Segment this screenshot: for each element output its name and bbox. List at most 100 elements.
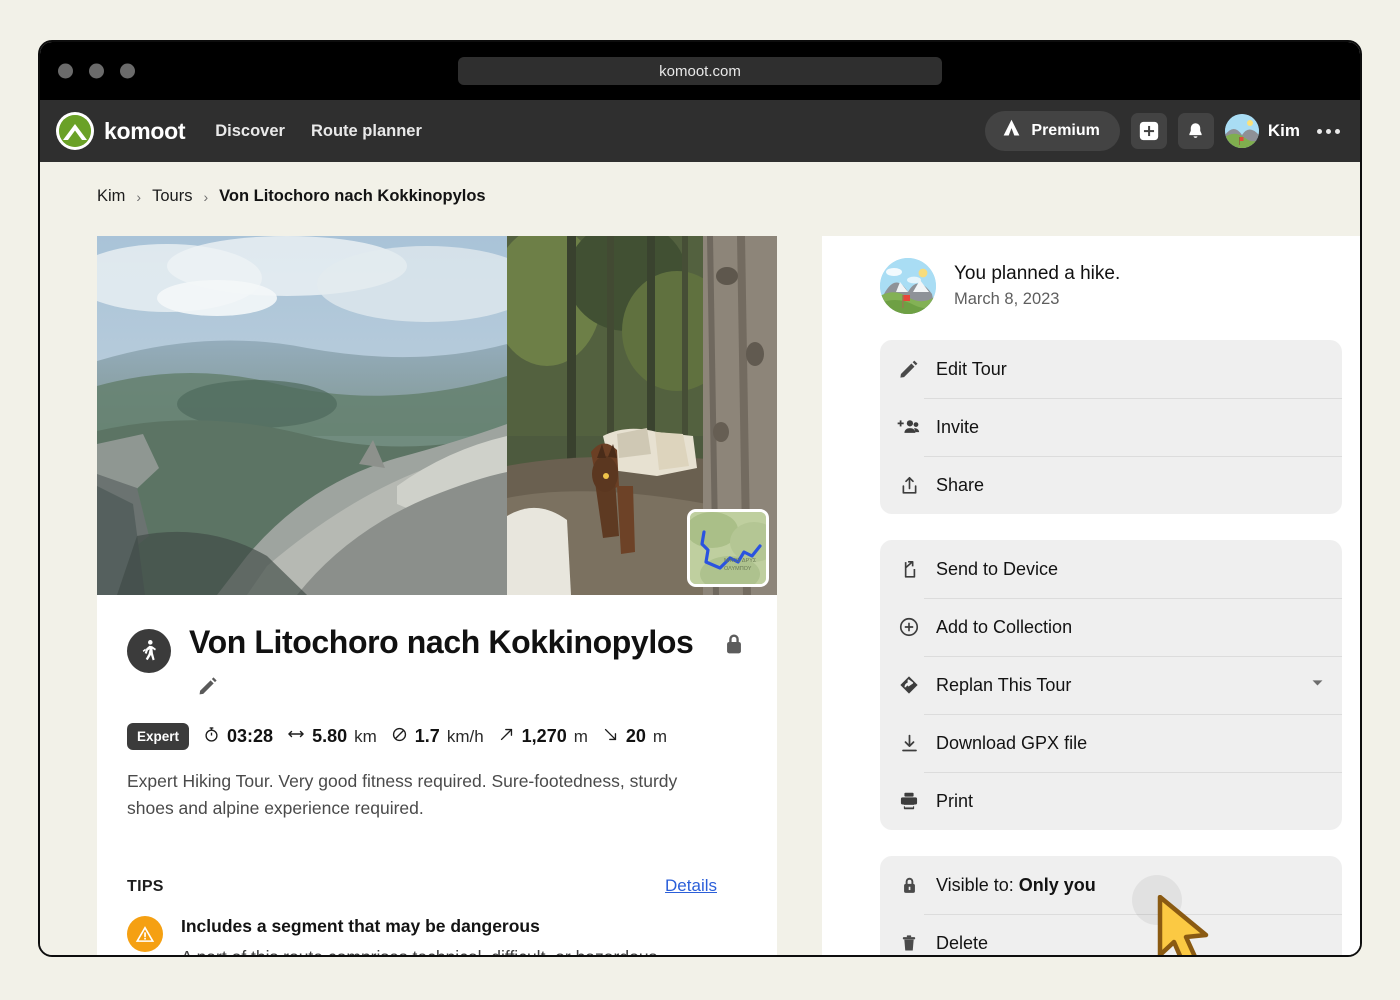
stat-speed: 1.7 km/h <box>391 726 484 748</box>
lock-icon <box>892 875 926 896</box>
user-name-label: Kim <box>1268 121 1300 141</box>
trash-icon <box>892 933 926 954</box>
zoom-button[interactable] <box>120 64 135 79</box>
ascent-icon <box>498 726 515 748</box>
page-body: Kim › Tours › Von Litochoro nach Kokkino… <box>40 162 1360 957</box>
visibility-value: Only you <box>1019 875 1096 895</box>
difficulty-badge: Expert <box>127 723 189 750</box>
more-options-icon[interactable] <box>1311 129 1346 134</box>
url-text: komoot.com <box>659 63 741 80</box>
tip-body: A part of this route comprises technical… <box>181 944 657 957</box>
stat-ascent-unit: m <box>574 727 588 747</box>
add-people-icon <box>892 416 926 438</box>
url-bar[interactable]: komoot.com <box>458 57 942 85</box>
action-share[interactable]: Share <box>880 456 1342 514</box>
breadcrumb-item-user[interactable]: Kim <box>97 187 125 206</box>
avatar <box>1225 114 1259 148</box>
tour-hero-gallery[interactable]: ΝΙΚΟΣ ΔΡΥΣ ΟΛΥΜΠΟΥ <box>97 236 777 595</box>
tour-description: Expert Hiking Tour. Very good fitness re… <box>127 768 727 821</box>
page-title: Von Litochoro nach Kokkinopylos <box>189 621 721 707</box>
chevron-right-icon: › <box>203 189 208 205</box>
plus-circle-icon <box>892 616 926 638</box>
action-replan-tour[interactable]: Replan This Tour <box>880 656 1342 714</box>
browser-window: komoot.com komoot Discover Route planner <box>38 40 1362 957</box>
premium-peak-icon <box>1001 118 1022 144</box>
tour-stats: Expert 03:28 <box>127 723 747 750</box>
user-menu[interactable]: Kim <box>1225 114 1300 148</box>
planned-activity-title: You planned a hike. <box>954 263 1120 285</box>
hero-photo-forest-mules[interactable]: ΝΙΚΟΣ ΔΡΥΣ ΟΛΥΜΠΟΥ <box>507 236 777 595</box>
tour-header: Von Litochoro nach Kokkinopylos Expert <box>97 595 777 957</box>
warning-icon <box>127 916 163 952</box>
premium-button[interactable]: Premium <box>985 111 1119 151</box>
stat-ascent-value: 1,270 <box>522 726 567 747</box>
action-label: Visible to: Only you <box>936 875 1096 896</box>
action-edit-tour[interactable]: Edit Tour <box>880 340 1342 398</box>
create-button[interactable] <box>1131 113 1167 149</box>
action-add-to-collection[interactable]: Add to Collection <box>880 598 1342 656</box>
premium-label: Premium <box>1031 122 1099 140</box>
tips-header: TIPS Details <box>127 876 747 896</box>
action-label: Invite <box>936 417 979 438</box>
group-tour-actions: Edit Tour Invite <box>880 340 1342 514</box>
action-download-gpx[interactable]: Download GPX file <box>880 714 1342 772</box>
action-print[interactable]: Print <box>880 772 1342 830</box>
action-label: Send to Device <box>936 559 1058 580</box>
komoot-wordmark: komoot <box>104 118 185 145</box>
action-invite[interactable]: Invite <box>880 398 1342 456</box>
browser-titlebar: komoot.com <box>40 42 1360 100</box>
group-export-actions: Send to Device Add to Collection <box>880 540 1342 830</box>
stat-speed-unit: km/h <box>447 727 484 747</box>
notifications-button[interactable] <box>1178 113 1214 149</box>
tour-card: ΝΙΚΟΣ ΔΡΥΣ ΟΛΥΜΠΟΥ <box>97 236 777 957</box>
svg-text:ΝΙΚΟΣ ΔΡΥΣ: ΝΙΚΟΣ ΔΡΥΣ <box>724 558 757 564</box>
close-button[interactable] <box>58 64 73 79</box>
stat-ascent: 1,270 m <box>498 726 588 748</box>
average-speed-icon <box>391 726 408 748</box>
share-icon <box>892 475 926 496</box>
tips-label: TIPS <box>127 878 164 896</box>
stat-duration-value: 03:28 <box>227 726 273 747</box>
nav-links: Discover Route planner <box>215 122 422 141</box>
stat-distance-value: 5.80 <box>312 726 347 747</box>
visibility-prefix: Visible to: <box>936 875 1019 895</box>
planned-activity-row: You planned a hike. March 8, 2023 <box>880 258 1342 314</box>
hero-photo-mountain-view[interactable] <box>97 236 507 595</box>
chevron-down-icon[interactable] <box>1309 674 1326 696</box>
nav-link-route-planner[interactable]: Route planner <box>311 122 422 141</box>
download-icon <box>892 733 926 754</box>
nav-link-discover[interactable]: Discover <box>215 122 285 141</box>
action-label: Add to Collection <box>936 617 1072 638</box>
action-label: Print <box>936 791 973 812</box>
route-map-thumbnail[interactable]: ΝΙΚΟΣ ΔΡΥΣ ΟΛΥΜΠΟΥ <box>687 509 769 587</box>
edit-title-pencil-icon[interactable] <box>197 665 219 707</box>
komoot-logo[interactable]: komoot <box>56 112 185 150</box>
bell-icon <box>1185 121 1206 142</box>
breadcrumb: Kim › Tours › Von Litochoro nach Kokkino… <box>40 162 1360 206</box>
pencil-icon <box>892 358 926 380</box>
sport-type-hiking-icon <box>127 629 171 673</box>
action-visibility[interactable]: Visible to: Only you <box>880 856 1342 914</box>
chevron-right-icon: › <box>136 189 141 205</box>
reroute-icon <box>892 674 926 696</box>
nav-right-group: Premium <box>985 111 1346 151</box>
tour-title-text: Von Litochoro nach Kokkinopylos <box>189 624 693 660</box>
action-delete[interactable]: Delete <box>880 914 1342 957</box>
svg-text:ΟΛΥΜΠΟΥ: ΟΛΥΜΠΟΥ <box>724 566 752 572</box>
plus-square-icon <box>1138 120 1160 142</box>
tip-item: Includes a segment that may be dangerous… <box>127 916 747 957</box>
minimize-button[interactable] <box>89 64 104 79</box>
distance-icon <box>287 725 305 748</box>
stopwatch-icon <box>203 726 220 748</box>
tips-details-link[interactable]: Details <box>665 876 717 896</box>
stat-distance: 5.80 km <box>287 725 377 748</box>
stat-speed-value: 1.7 <box>415 726 440 747</box>
breadcrumb-item-tours[interactable]: Tours <box>152 187 192 206</box>
privacy-lock-icon <box>721 631 747 662</box>
tip-title: Includes a segment that may be dangerous <box>181 916 657 937</box>
send-to-device-icon <box>892 559 926 580</box>
traffic-lights <box>58 64 135 79</box>
printer-icon <box>892 790 926 812</box>
action-label: Delete <box>936 933 988 954</box>
action-send-to-device[interactable]: Send to Device <box>880 540 1342 598</box>
